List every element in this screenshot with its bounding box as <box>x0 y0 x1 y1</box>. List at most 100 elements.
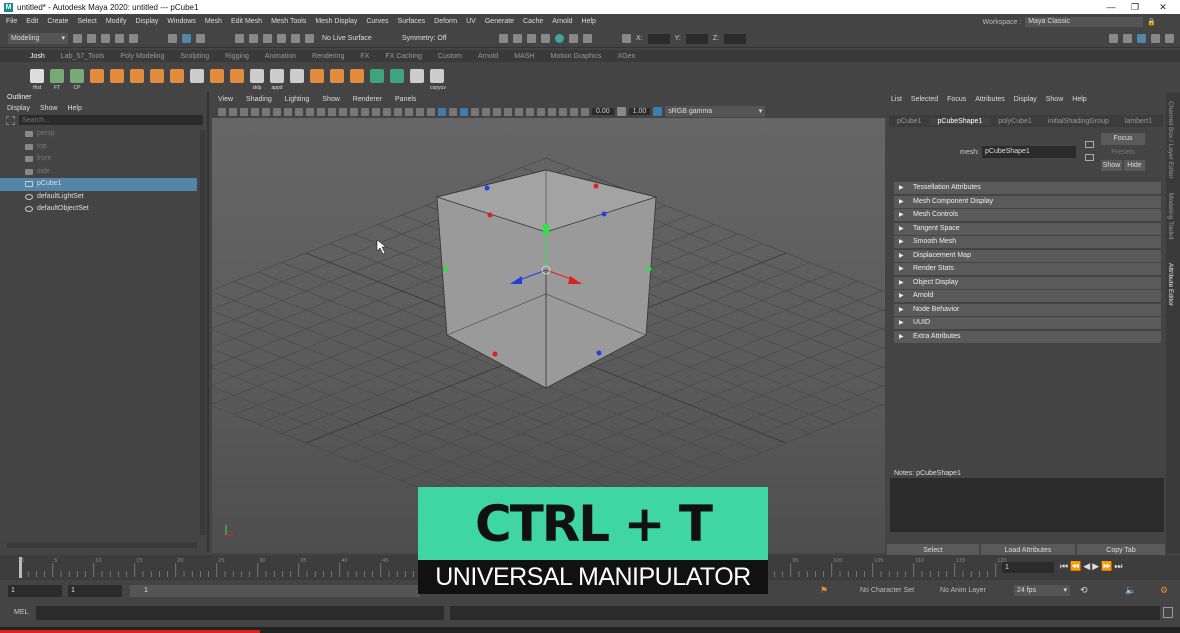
viewport-tool-icon[interactable] <box>306 107 314 116</box>
outliner-scrollbar[interactable] <box>200 130 206 535</box>
outliner-item[interactable]: side <box>0 166 207 179</box>
viewport-tool-icon[interactable] <box>570 107 578 116</box>
z-input[interactable] <box>724 33 747 44</box>
shelf-tool-icon[interactable] <box>130 68 144 83</box>
symmetry-dropdown[interactable]: Symmetry: Off <box>399 33 459 44</box>
viewport-tool-icon[interactable] <box>251 107 259 116</box>
save-scene-icon[interactable] <box>101 34 110 43</box>
shelf-tab-fx-caching[interactable]: FX Caching <box>385 53 422 60</box>
lock-icon[interactable]: 🔒 <box>1147 18 1156 26</box>
shelf-tab-animation[interactable]: Animation <box>265 53 296 60</box>
outliner-search-input[interactable] <box>19 115 203 125</box>
attr-section-mesh-component-display[interactable]: Mesh Component Display <box>894 195 1161 208</box>
shelf-tool-icon[interactable] <box>150 68 164 83</box>
outliner-menu-display[interactable]: Display <box>7 103 30 114</box>
gamma-value[interactable]: 1.00 <box>628 108 651 115</box>
viewport-menu-lighting[interactable]: Lighting <box>285 96 310 103</box>
start-frame-field[interactable]: 1 <box>8 585 62 597</box>
shelf-tab-xgen[interactable]: XGen <box>617 53 635 60</box>
hypershade-icon[interactable] <box>541 34 550 43</box>
shelf-tab-rendering[interactable]: Rendering <box>312 53 344 60</box>
attr-section-node-behavior[interactable]: Node Behavior <box>894 303 1161 316</box>
shelf-tool-icon[interactable] <box>230 68 244 83</box>
viewport-tool-icon[interactable] <box>405 107 413 116</box>
attr-menu-help[interactable]: Help <box>1072 96 1086 103</box>
render-icon[interactable] <box>499 34 508 43</box>
menu-mesh[interactable]: Mesh <box>205 18 222 25</box>
menu-mesh-display[interactable]: Mesh Display <box>315 18 357 25</box>
viewport-tool-icon[interactable] <box>581 107 589 116</box>
new-scene-icon[interactable] <box>73 34 82 43</box>
attr-section-tessellation-attributes[interactable]: Tessellation Attributes <box>894 182 1161 194</box>
modeling-toolkit-tab[interactable]: Modeling Toolkit <box>1167 193 1174 240</box>
shelf-tool-icon[interactable] <box>110 68 124 83</box>
script-editor-icon[interactable] <box>1163 607 1173 618</box>
current-frame-field[interactable]: 1 <box>1002 562 1054 573</box>
viewport-tool-icon[interactable] <box>504 107 512 116</box>
attr-menu-show[interactable]: Show <box>1046 96 1064 103</box>
viewport-tool-icon[interactable] <box>416 107 424 116</box>
outliner-item[interactable]: top <box>0 141 207 154</box>
undo-icon[interactable] <box>115 34 124 43</box>
attr-tab-polycube1[interactable]: polyCube1 <box>990 118 1039 125</box>
menu-generate[interactable]: Generate <box>485 18 514 25</box>
loop-icon[interactable]: ⟲ <box>1080 585 1088 596</box>
menu-set-dropdown[interactable]: Modeling ▾ <box>8 33 68 44</box>
anim-prefs-icon[interactable]: ⚙ <box>1160 585 1168 596</box>
outliner-item[interactable]: persp <box>0 128 207 141</box>
shelf-tab-lab-57-tools[interactable]: Lab_57_Tools <box>61 53 105 60</box>
attr-menu-focus[interactable]: Focus <box>947 96 966 103</box>
color-management-icon[interactable] <box>653 107 663 116</box>
viewport-tool-icon[interactable] <box>229 107 237 116</box>
viewport-tool-icon[interactable] <box>427 107 435 116</box>
shelf-tool-icon[interactable]: Hist <box>30 68 44 91</box>
attr-section-object-display[interactable]: Object Display <box>894 276 1161 289</box>
viewport-tool-icon[interactable] <box>526 107 534 116</box>
minimize-button[interactable]: — <box>1100 0 1122 14</box>
viewport-tool-icon[interactable] <box>361 107 369 116</box>
outliner-menu-show[interactable]: Show <box>40 103 58 114</box>
attr-menu-attributes[interactable]: Attributes <box>975 96 1005 103</box>
snap-live-icon[interactable] <box>305 34 314 43</box>
shelf-tab-custom[interactable]: Custom <box>438 53 462 60</box>
menu-curves[interactable]: Curves <box>366 18 388 25</box>
menu-file[interactable]: File <box>6 18 17 25</box>
show-button[interactable]: Show <box>1101 160 1122 171</box>
anim-layer-dropdown[interactable]: No Anim Layer <box>940 587 986 594</box>
viewport-menu-shading[interactable]: Shading <box>246 96 272 103</box>
viewport-tool-icon[interactable] <box>438 107 446 116</box>
shelf-tool-icon[interactable]: CP <box>70 68 84 91</box>
snap-view-icon[interactable] <box>291 34 300 43</box>
viewport-tool-icon[interactable] <box>284 107 292 116</box>
viewport-tool-icon[interactable] <box>394 107 402 116</box>
shelf-tab-sculpting[interactable]: Sculpting <box>180 53 209 60</box>
channel-box-tab[interactable]: Channel Box / Layer Editor <box>1167 101 1174 179</box>
viewport-menu-show[interactable]: Show <box>322 96 340 103</box>
viewport-tool-icon[interactable] <box>218 107 226 116</box>
attr-section-mesh-controls[interactable]: Mesh Controls <box>894 209 1161 221</box>
attr-tab-pcube1[interactable]: pCube1 <box>889 118 930 125</box>
snap-curve-icon[interactable] <box>249 34 258 43</box>
y-input[interactable] <box>685 33 708 44</box>
transform-mode-icon[interactable] <box>622 34 631 43</box>
shelf-tool-icon[interactable] <box>330 68 344 83</box>
outliner-menu-help[interactable]: Help <box>67 103 81 114</box>
attr-tab-lambert1[interactable]: lambert1 <box>1117 118 1160 125</box>
shelf-tool-icon[interactable] <box>170 68 184 83</box>
menu-arnold[interactable]: Arnold <box>552 18 572 25</box>
attribute-editor-icon[interactable] <box>1137 34 1146 43</box>
viewport-tool-icon[interactable] <box>295 107 303 116</box>
ipr-render-icon[interactable] <box>513 34 522 43</box>
menu-help[interactable]: Help <box>582 18 596 25</box>
character-set-dropdown[interactable]: No Character Set <box>860 587 914 594</box>
viewport-tool-icon[interactable] <box>482 107 490 116</box>
hide-button[interactable]: Hide <box>1124 160 1145 171</box>
notes-textarea[interactable] <box>890 478 1164 532</box>
shelf-tab-mash[interactable]: MASH <box>514 53 534 60</box>
playback-controls[interactable]: ⏮⏪◀▶⏩⏭ <box>1060 561 1124 572</box>
shelf-tab-josh[interactable]: Josh <box>30 53 45 60</box>
viewport-tool-icon[interactable] <box>559 107 567 116</box>
shelf-tool-icon[interactable] <box>410 68 424 83</box>
attr-section-arnold[interactable]: Arnold <box>894 290 1161 302</box>
presets-button[interactable]: Presets <box>1101 147 1145 158</box>
